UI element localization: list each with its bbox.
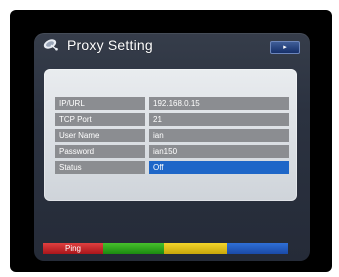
title-bar: Proxy Setting ▸	[34, 33, 310, 59]
tcp-port-label: TCP Port	[55, 113, 145, 126]
screen: Proxy Setting ▸ IP/URL 192.168.0.15 TCP …	[0, 0, 339, 277]
settings-row-password[interactable]: Password ian150	[55, 145, 289, 158]
settings-row-user-name[interactable]: User Name ian	[55, 129, 289, 142]
user-name-field[interactable]: ian	[149, 129, 289, 142]
window-title: Proxy Setting	[67, 37, 153, 53]
color-key-bar: Ping	[43, 243, 288, 254]
next-page-button[interactable]: ▸	[270, 41, 300, 54]
settings-row-tcp-port[interactable]: TCP Port 21	[55, 113, 289, 126]
settings-list: IP/URL 192.168.0.15 TCP Port 21 User Nam…	[55, 97, 289, 177]
tv-display: Proxy Setting ▸ IP/URL 192.168.0.15 TCP …	[10, 10, 332, 272]
red-key-ping-button[interactable]: Ping	[43, 243, 103, 254]
blue-key-button[interactable]	[227, 243, 288, 254]
proxy-setting-window: Proxy Setting ▸ IP/URL 192.168.0.15 TCP …	[34, 33, 310, 261]
status-label: Status	[55, 161, 145, 174]
yellow-key-button[interactable]	[164, 243, 227, 254]
settings-row-status[interactable]: Status Off	[55, 161, 289, 174]
status-selector[interactable]: Off	[149, 161, 289, 174]
ip-url-field[interactable]: 192.168.0.15	[149, 97, 289, 110]
ip-url-label: IP/URL	[55, 97, 145, 110]
user-name-label: User Name	[55, 129, 145, 142]
tcp-port-field[interactable]: 21	[149, 113, 289, 126]
settings-row-ip-url[interactable]: IP/URL 192.168.0.15	[55, 97, 289, 110]
green-key-button[interactable]	[103, 243, 164, 254]
satellite-dish-icon	[43, 38, 59, 51]
password-field[interactable]: ian150	[149, 145, 289, 158]
password-label: Password	[55, 145, 145, 158]
settings-panel: IP/URL 192.168.0.15 TCP Port 21 User Nam…	[44, 69, 297, 201]
